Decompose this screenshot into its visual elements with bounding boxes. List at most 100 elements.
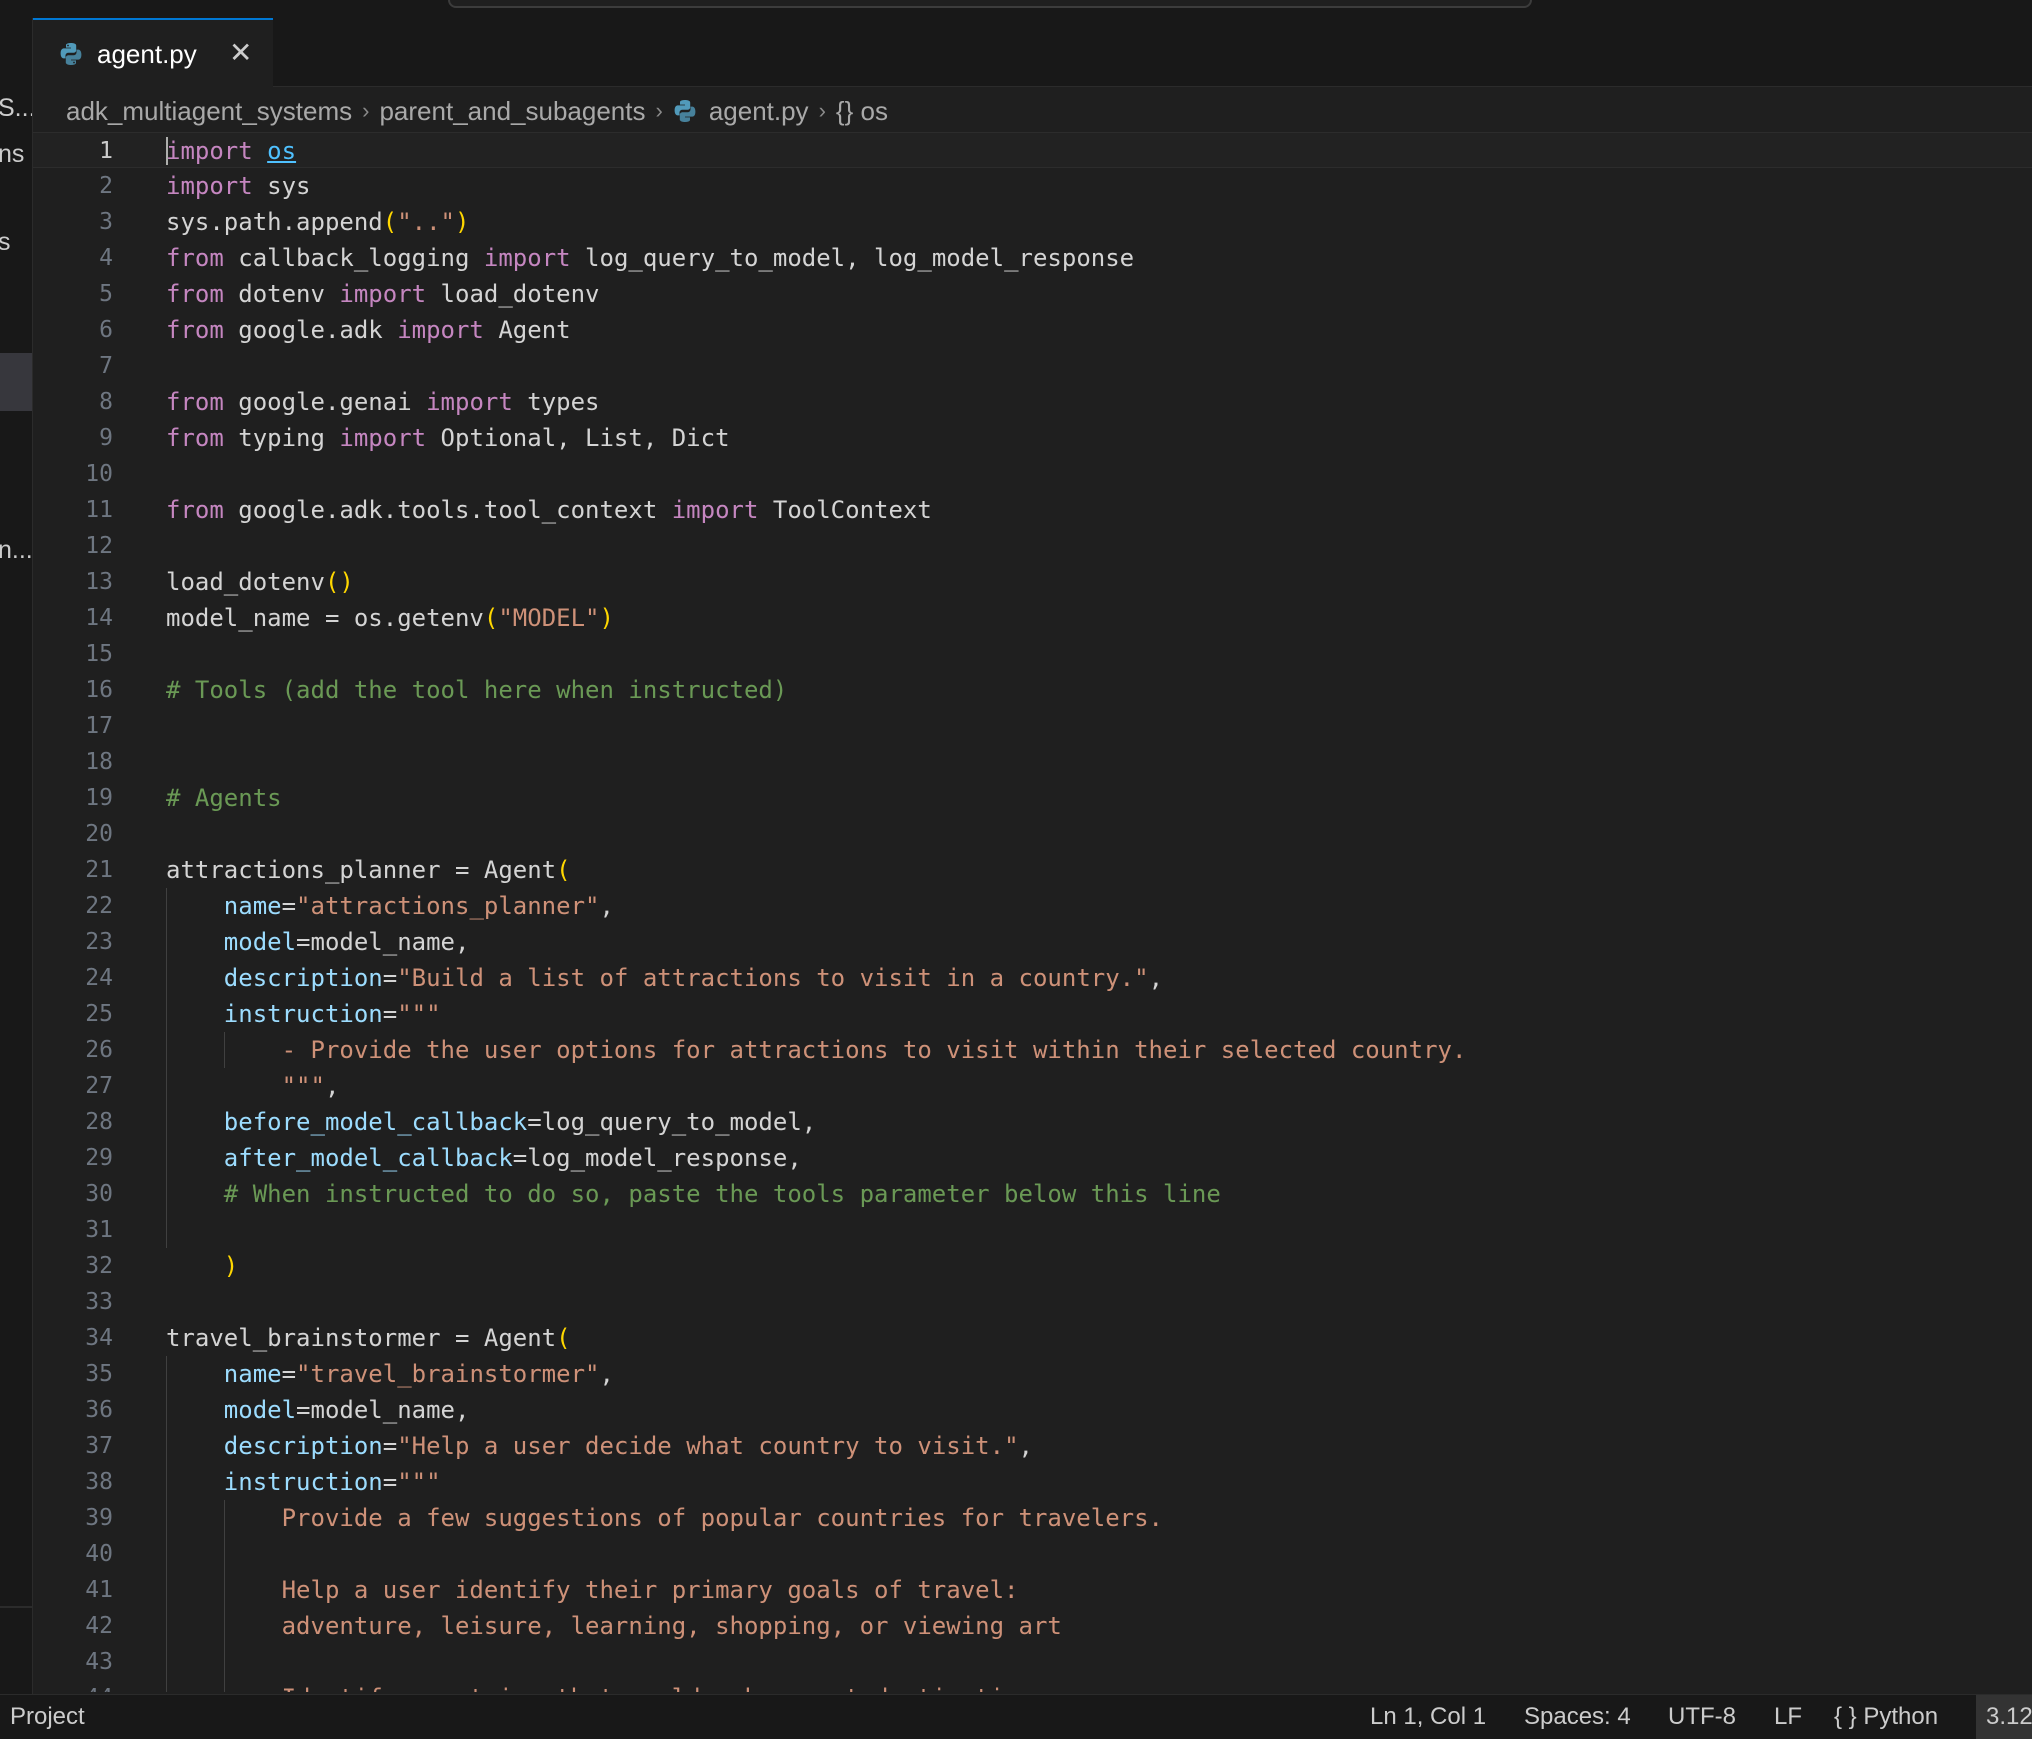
line-number: 12 <box>85 533 113 559</box>
code-line[interactable]: 44 Identify countries that would make gr… <box>33 1680 2032 1692</box>
code-line[interactable]: 3 sys.path.append("..") <box>33 204 2032 240</box>
line-number: 20 <box>85 821 113 847</box>
code-line[interactable]: 36 model=model_name, <box>33 1392 2032 1428</box>
code-line[interactable]: 23 model=model_name, <box>33 924 2032 960</box>
status-python-version[interactable]: 3.12 <box>1976 1695 2032 1739</box>
line-number: 15 <box>85 641 113 667</box>
line-number: 22 <box>85 893 113 919</box>
breadcrumb: adk_multiagent_systems › parent_and_suba… <box>66 92 888 130</box>
status-cursor-position[interactable]: Ln 1, Col 1 <box>1370 1703 1486 1731</box>
code-line[interactable]: 39 Provide a few suggestions of popular … <box>33 1500 2032 1536</box>
code-line[interactable]: 13 load_dotenv() <box>33 564 2032 600</box>
sidebar-item-fragment[interactable]: S... <box>0 94 32 123</box>
code-line[interactable]: 34 travel_brainstormer = Agent( <box>33 1320 2032 1356</box>
chevron-right-icon: › <box>362 98 370 123</box>
code-line[interactable]: 16 # Tools (add the tool here when instru… <box>33 672 2032 708</box>
code-line[interactable]: 6 from google.adk import Agent <box>33 312 2032 348</box>
line-number: 26 <box>85 1037 113 1063</box>
code-line[interactable]: 42 adventure, leisure, learning, shoppin… <box>33 1608 2032 1644</box>
python-file-icon <box>674 100 696 122</box>
status-language-mode[interactable]: { } Python <box>1834 1703 1938 1731</box>
title-bar <box>0 0 2032 19</box>
code-line[interactable]: 41 Help a user identify their primary go… <box>33 1572 2032 1608</box>
code-line[interactable]: 8 from google.genai import types <box>33 384 2032 420</box>
code-line[interactable]: 38 instruction=""" <box>33 1464 2032 1500</box>
code-line[interactable]: 18 <box>33 744 2032 780</box>
code-line[interactable]: 19 # Agents <box>33 780 2032 816</box>
line-number: 18 <box>85 749 113 775</box>
code-line[interactable]: 1 import os <box>33 132 2032 168</box>
code-line[interactable]: 33 <box>33 1284 2032 1320</box>
code-line[interactable]: 7 <box>33 348 2032 384</box>
code-line[interactable]: 27 """, <box>33 1068 2032 1104</box>
code-text: model_name = os.getenv("MODEL") <box>166 604 614 632</box>
code-text: after_model_callback=log_model_response, <box>223 1144 802 1172</box>
status-line-ending[interactable]: LF <box>1774 1703 1802 1731</box>
code-line[interactable]: 28 before_model_callback=log_query_to_mo… <box>33 1104 2032 1140</box>
line-number: 32 <box>85 1253 113 1279</box>
status-project[interactable]: Project <box>10 1703 85 1731</box>
line-number: 2 <box>99 173 113 199</box>
line-number: 38 <box>85 1469 113 1495</box>
code-text: model=model_name, <box>223 928 470 956</box>
line-number: 10 <box>85 461 113 487</box>
code-text: instruction=""" <box>223 1468 441 1496</box>
code-line[interactable]: 21 attractions_planner = Agent( <box>33 852 2032 888</box>
code-text: from google.adk import Agent <box>166 316 571 344</box>
sidebar-item-fragment[interactable]: s <box>0 228 11 257</box>
code-text: Provide a few suggestions of popular cou… <box>166 1504 1163 1532</box>
line-number: 11 <box>85 497 113 523</box>
code-line[interactable]: 5 from dotenv import load_dotenv <box>33 276 2032 312</box>
code-line[interactable]: 10 <box>33 456 2032 492</box>
sidebar-item-fragment[interactable]: ns <box>0 140 24 169</box>
code-text: adventure, leisure, learning, shopping, … <box>166 1612 1062 1640</box>
tab-agent-py[interactable]: agent.py ✕ <box>33 18 273 87</box>
status-indentation[interactable]: Spaces: 4 <box>1524 1703 1631 1731</box>
breadcrumb-item-symbol[interactable]: {} os <box>836 96 888 127</box>
code-line[interactable]: 9 from typing import Optional, List, Dict <box>33 420 2032 456</box>
code-line[interactable]: 35 name="travel_brainstormer", <box>33 1356 2032 1392</box>
line-number: 19 <box>85 785 113 811</box>
code-text: name="attractions_planner", <box>223 892 614 920</box>
code-line[interactable]: 11 from google.adk.tools.tool_context imp… <box>33 492 2032 528</box>
code-editor[interactable]: 1 import os 2 import sys 3 sys.path.append(".… <box>33 132 2032 1692</box>
breadcrumb-item-folder[interactable]: adk_multiagent_systems <box>66 96 352 127</box>
code-line[interactable]: 14 model_name = os.getenv("MODEL") <box>33 600 2032 636</box>
code-line[interactable]: 43 <box>33 1644 2032 1680</box>
code-line[interactable]: 25 instruction=""" <box>33 996 2032 1032</box>
code-text: import sys <box>166 172 311 200</box>
code-text: from typing import Optional, List, Dict <box>166 424 730 452</box>
line-number: 7 <box>99 353 113 379</box>
code-text: travel_brainstormer = Agent( <box>166 1324 571 1352</box>
sidebar-selected-item[interactable] <box>0 353 32 411</box>
line-number: 31 <box>85 1217 113 1243</box>
close-icon[interactable]: ✕ <box>229 36 252 69</box>
code-line[interactable]: 24 description="Build a list of attracti… <box>33 960 2032 996</box>
status-encoding[interactable]: UTF-8 <box>1668 1703 1736 1731</box>
code-line[interactable]: 30 # When instructed to do so, paste the… <box>33 1176 2032 1212</box>
code-line[interactable]: 31 <box>33 1212 2032 1248</box>
code-line[interactable]: 32 ) <box>33 1248 2032 1284</box>
code-line[interactable]: 4 from callback_logging import log_query_… <box>33 240 2032 276</box>
code-line[interactable]: 15 <box>33 636 2032 672</box>
code-line[interactable]: 12 <box>33 528 2032 564</box>
code-line[interactable]: 22 name="attractions_planner", <box>33 888 2032 924</box>
line-number: 34 <box>85 1325 113 1351</box>
breadcrumb-item-file[interactable]: agent.py <box>709 96 809 127</box>
code-text: # Tools (add the tool here when instruct… <box>166 676 788 704</box>
code-line[interactable]: 37 description="Help a user decide what … <box>33 1428 2032 1464</box>
line-number: 35 <box>85 1361 113 1387</box>
code-line[interactable]: 40 <box>33 1536 2032 1572</box>
line-number: 3 <box>99 209 113 235</box>
line-number: 14 <box>85 605 113 631</box>
code-line[interactable]: 2 import sys <box>33 168 2032 204</box>
breadcrumb-item-subfolder[interactable]: parent_and_subagents <box>379 96 645 127</box>
command-center[interactable] <box>448 0 1532 8</box>
code-line[interactable]: 20 <box>33 816 2032 852</box>
code-line[interactable]: 17 <box>33 708 2032 744</box>
line-number: 16 <box>85 677 113 703</box>
code-line[interactable]: 29 after_model_callback=log_model_respon… <box>33 1140 2032 1176</box>
sidebar-item-fragment[interactable]: n... <box>0 536 32 565</box>
code-line[interactable]: 26 - Provide the user options for attrac… <box>33 1032 2032 1068</box>
line-number: 44 <box>33 1680 113 1692</box>
